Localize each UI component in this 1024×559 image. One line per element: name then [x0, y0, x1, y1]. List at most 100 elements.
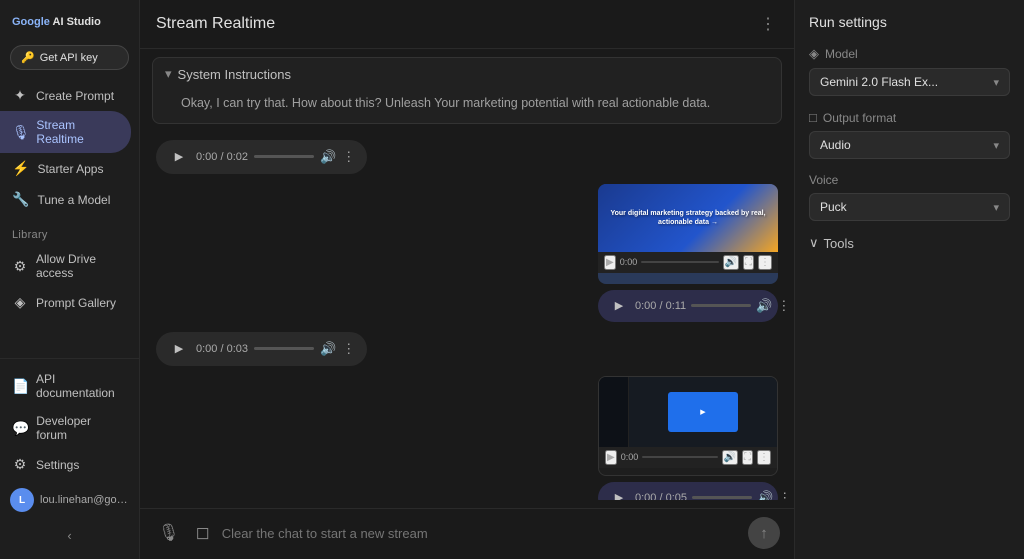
- video-progress-1[interactable]: [641, 261, 718, 263]
- play-button-2[interactable]: ▶: [168, 338, 190, 360]
- input-bar: 🎙 ◻ ↑: [140, 508, 794, 559]
- tools-header[interactable]: ∨ Tools: [809, 235, 1010, 251]
- volume-button-1[interactable]: 🔊: [320, 149, 336, 165]
- ai-play-button-2[interactable]: ▶: [608, 487, 630, 500]
- sidebar-bottom: 📄 API documentation 💬 Developer forum ⚙ …: [0, 358, 139, 551]
- model-select[interactable]: Gemini 2.0 Flash Ex... ▾: [809, 68, 1010, 96]
- dark-video-card: ▶: [668, 392, 738, 432]
- tools-section: ∨ Tools: [809, 235, 1010, 251]
- more-button-audio-1[interactable]: ⋮: [342, 149, 355, 165]
- sidebar-item-starter-apps[interactable]: ⚡ Starter Apps: [0, 153, 131, 184]
- settings-icon: ⚙: [12, 456, 28, 473]
- model-icon: ◈: [809, 46, 819, 62]
- user-row[interactable]: L lou.linehan@googlemail...: [0, 480, 139, 520]
- audio-time-2: 0:00 / 0:03: [196, 343, 248, 355]
- ai-volume-1[interactable]: 🔊: [756, 298, 772, 314]
- voice-label: Voice: [809, 173, 1010, 187]
- ai-audio-progress-2[interactable]: [692, 496, 752, 499]
- video-controls-1: ▶ 0:00 🔊 ⛶ ⋮: [598, 252, 778, 273]
- key-icon: 🔑: [21, 51, 35, 64]
- sidebar: Google AI Studio 🔑 Get API key ✦ Create …: [0, 0, 140, 559]
- video-thumbnail-2: ▶ ▶ 0:00 🔊 ⛶ ⋮: [598, 376, 778, 476]
- video-more-1[interactable]: ⋮: [758, 255, 772, 270]
- sidebar-item-create-prompt[interactable]: ✦ Create Prompt: [0, 80, 131, 111]
- play-button-1[interactable]: ▶: [168, 146, 190, 168]
- stream-realtime-icon: 🎙: [12, 124, 28, 141]
- ai-more-1[interactable]: ⋮: [777, 298, 790, 314]
- main-panel: Stream Realtime ⋮ ▾ System Instructions …: [140, 0, 794, 559]
- output-format-icon: □: [809, 110, 817, 125]
- video-time-2: 0:00: [621, 452, 639, 462]
- system-instructions-toggle[interactable]: ▾ System Instructions: [153, 58, 781, 90]
- dark-video-sidebar: [599, 377, 629, 447]
- sidebar-item-allow-drive[interactable]: ⚙ Allow Drive access: [0, 245, 131, 287]
- video-expand-1[interactable]: ⛶: [743, 255, 754, 270]
- voice-section: Voice Puck ▾: [809, 173, 1010, 221]
- attach-button[interactable]: ◻: [192, 519, 214, 547]
- video-progress-2[interactable]: [642, 456, 717, 458]
- messages-container: ▶ 0:00 / 0:02 🔊 ⋮ Your digital marketing…: [140, 132, 794, 500]
- page-title: Stream Realtime: [156, 15, 275, 33]
- voice-select[interactable]: Puck ▾: [809, 193, 1010, 221]
- audio-progress-2[interactable]: [254, 347, 314, 350]
- audio-progress-1[interactable]: [254, 155, 314, 158]
- output-format-section: □ Output format Audio ▾: [809, 110, 1010, 159]
- user-audio-message-2: ▶ 0:00 / 0:03 🔊 ⋮: [156, 332, 367, 366]
- voice-chevron-icon: ▾: [993, 201, 999, 214]
- send-button[interactable]: ↑: [748, 517, 780, 549]
- avatar: L: [10, 488, 34, 512]
- output-format-chevron-icon: ▾: [993, 139, 999, 152]
- video-text-1: Your digital marketing strategy backed b…: [598, 209, 778, 227]
- app-logo: Google AI Studio: [12, 16, 101, 29]
- model-section: ◈ Model Gemini 2.0 Flash Ex... ▾: [809, 46, 1010, 96]
- audio-time-1: 0:00 / 0:02: [196, 151, 248, 163]
- main-more-button[interactable]: ⋮: [758, 12, 778, 36]
- main-header: Stream Realtime ⋮: [140, 0, 794, 49]
- model-chevron-icon: ▾: [993, 76, 999, 89]
- sidebar-item-api-docs[interactable]: 📄 API documentation: [0, 365, 131, 407]
- sidebar-item-settings[interactable]: ⚙ Settings: [0, 449, 131, 480]
- sidebar-item-tune-a-model[interactable]: 🔧 Tune a Model: [0, 184, 131, 215]
- more-button-audio-2[interactable]: ⋮: [342, 341, 355, 357]
- sidebar-item-stream-realtime[interactable]: 🎙 Stream Realtime: [0, 111, 131, 153]
- video-time-1: 0:00: [620, 257, 638, 267]
- ai-audio-progress-1[interactable]: [691, 304, 751, 307]
- system-instructions-panel: ▾ System Instructions Okay, I can try th…: [152, 57, 782, 124]
- microphone-button[interactable]: 🎙: [154, 519, 184, 547]
- collapse-sidebar-button[interactable]: ‹: [0, 520, 139, 551]
- video-controls-2: ▶ 0:00 🔊 ⛶ ⋮: [599, 447, 777, 468]
- get-api-key-button[interactable]: 🔑 Get API key: [10, 45, 129, 70]
- ai-audio-time-2: 0:00 / 0:05: [635, 492, 687, 500]
- sidebar-item-dev-forum[interactable]: 💬 Developer forum: [0, 407, 131, 449]
- sidebar-header: Google AI Studio: [0, 8, 139, 41]
- chat-input[interactable]: [222, 526, 740, 541]
- user-audio-message-1: ▶ 0:00 / 0:02 🔊 ⋮: [156, 140, 367, 174]
- video-vol-2[interactable]: 🔊: [722, 450, 738, 465]
- video-dark-content-2: ▶: [599, 377, 777, 447]
- tools-collapse-icon: ∨: [809, 235, 819, 251]
- sidebar-item-prompt-gallery[interactable]: ◈ Prompt Gallery: [0, 287, 131, 318]
- output-format-label-row: □ Output format: [809, 110, 1010, 125]
- api-docs-icon: 📄: [12, 378, 28, 395]
- ai-response-block-2: ▶ ▶ 0:00 🔊 ⛶ ⋮ ▶ 0:00 / 0:05: [598, 376, 778, 500]
- starter-apps-icon: ⚡: [12, 160, 29, 177]
- model-label-row: ◈ Model: [809, 46, 1010, 62]
- video-expand-2[interactable]: ⛶: [742, 450, 753, 465]
- ai-more-2[interactable]: ⋮: [778, 490, 791, 500]
- system-instructions-body: Okay, I can try that. How about this? Un…: [153, 90, 781, 123]
- video-play-2[interactable]: ▶: [605, 450, 617, 465]
- drive-icon: ⚙: [12, 258, 28, 275]
- dev-forum-icon: 💬: [12, 420, 28, 437]
- chat-area: ▾ System Instructions Okay, I can try th…: [140, 49, 794, 508]
- user-email: lou.linehan@googlemail...: [40, 494, 129, 506]
- library-section-label: Library: [0, 215, 139, 245]
- tune-model-icon: 🔧: [12, 191, 29, 208]
- volume-button-2[interactable]: 🔊: [320, 341, 336, 357]
- ai-play-button-1[interactable]: ▶: [608, 295, 630, 317]
- output-format-select[interactable]: Audio ▾: [809, 131, 1010, 159]
- video-more-2[interactable]: ⋮: [757, 450, 771, 465]
- ai-audio-time-1: 0:00 / 0:11: [635, 300, 686, 312]
- video-play-1[interactable]: ▶: [604, 255, 616, 270]
- video-vol-1[interactable]: 🔊: [723, 255, 739, 270]
- ai-volume-2[interactable]: 🔊: [757, 490, 773, 500]
